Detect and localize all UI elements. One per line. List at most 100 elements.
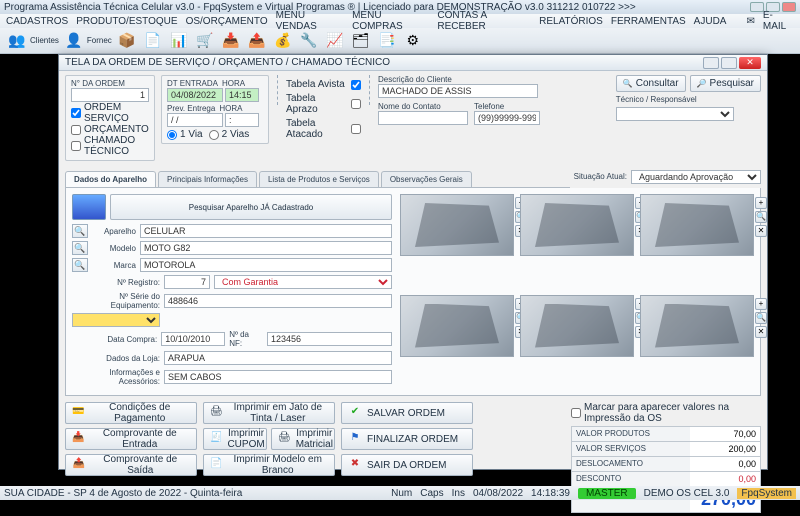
photo-zoom-button[interactable]: 🔍 — [755, 312, 767, 324]
val-servicos: 200,00 — [690, 442, 760, 456]
comp-entrada-button[interactable]: 📥Comprovante de Entrada — [65, 428, 197, 450]
menu-vendas[interactable]: MENU VENDAS — [276, 10, 344, 32]
clientes-icon[interactable]: 👥 — [6, 31, 28, 51]
loja-input[interactable] — [164, 351, 392, 365]
val-desconto: 0,00 — [690, 472, 760, 486]
workarea: TELA DA ORDEM DE SERVIÇO / ORÇAMENTO / C… — [0, 54, 800, 486]
ordem-label: N° DA ORDEM — [71, 79, 149, 88]
tab-obs[interactable]: Observações Gerais — [381, 171, 472, 187]
ordem-input[interactable] — [71, 88, 149, 102]
menu-os[interactable]: OS/ORÇAMENTO — [186, 16, 268, 27]
pesq-aparelho-button[interactable]: Pesquisar Aparelho JÁ Cadastrado — [110, 194, 392, 220]
val-desloc: 0,00 — [690, 457, 760, 471]
tool-icon[interactable]: 💰 — [272, 31, 294, 51]
photo-del-button[interactable]: ✕ — [755, 326, 767, 338]
nf-input[interactable] — [267, 332, 392, 346]
status-bar: SUA CIDADE - SP 4 de Agosto de 2022 - Qu… — [0, 486, 800, 500]
tool-icon[interactable]: 🗂 — [350, 31, 372, 51]
tipo-os-check[interactable] — [71, 108, 81, 118]
modelo-lookup[interactable]: 🔍 — [72, 241, 88, 255]
menu-produto[interactable]: PRODUTO/ESTOQUE — [76, 16, 177, 27]
tel-input[interactable] — [474, 111, 540, 125]
situacao-select[interactable]: Aguardando Aprovação — [631, 170, 761, 184]
menu-relatorios[interactable]: RELATÓRIOS — [539, 16, 603, 27]
photo-grid: +🔍✕ +🔍✕ +🔍✕ +🔍✕ +🔍✕ +🔍✕ — [400, 194, 754, 389]
consultar-button[interactable]: 🔍Consultar — [616, 75, 686, 92]
tool-icon[interactable]: 📤 — [246, 31, 268, 51]
menu-compras[interactable]: MENU COMPRAS — [352, 10, 429, 32]
menu-cadastros[interactable]: CADASTROS — [6, 16, 68, 27]
status-left: SUA CIDADE - SP 4 de Agosto de 2022 - Qu… — [4, 488, 242, 499]
via1-radio[interactable] — [167, 130, 177, 140]
modal-close-button[interactable]: ✕ — [739, 57, 761, 69]
menu-bar: CADASTROS PRODUTO/ESTOQUE OS/ORÇAMENTO M… — [0, 14, 800, 28]
tecnico-select[interactable] — [616, 107, 734, 121]
info-input[interactable] — [164, 370, 392, 384]
marca-lookup[interactable]: 🔍 — [72, 258, 88, 272]
photo-add-button[interactable]: + — [755, 298, 767, 310]
sair-button[interactable]: ✖SAIR DA ORDEM — [341, 454, 473, 476]
contato-input[interactable] — [378, 111, 468, 125]
print-cupom-button[interactable]: 🧾Imprimir CUPOM — [203, 428, 267, 450]
menu-contas[interactable]: CONTAS A RECEBER — [437, 10, 531, 32]
tool-icon[interactable]: 📑 — [376, 31, 398, 51]
device-photo: +🔍✕ — [640, 194, 754, 256]
photo-del-button[interactable]: ✕ — [755, 225, 767, 237]
tool-icon[interactable]: 🔧 — [298, 31, 320, 51]
device-photo: +🔍✕ — [520, 194, 634, 256]
dt-entrada-input[interactable] — [167, 88, 223, 102]
modelo-input[interactable] — [140, 241, 392, 255]
tool-icon[interactable]: 📈 — [324, 31, 346, 51]
status-time: 14:18:39 — [531, 488, 570, 499]
salvar-button[interactable]: ✔SALVAR ORDEM — [341, 402, 473, 424]
print-jato-button[interactable]: 🖨Imprimir em Jato de Tinta / Laser — [203, 402, 335, 424]
tool-icon[interactable]: 📊 — [168, 31, 190, 51]
avista-check[interactable] — [351, 80, 361, 90]
print-branco-button[interactable]: 📄Imprimir Modelo em Branco — [203, 454, 335, 476]
fornec-label: Fornec — [87, 36, 112, 45]
tipo-cham-check[interactable] — [71, 141, 81, 151]
tool-icon[interactable]: ⚙ — [402, 31, 424, 51]
prev-hora-input[interactable] — [225, 113, 259, 127]
pesquisar-button[interactable]: 🔎Pesquisar — [690, 75, 761, 92]
marca-input[interactable] — [140, 258, 392, 272]
via2-radio[interactable] — [209, 130, 219, 140]
aprazo-check[interactable] — [351, 99, 361, 109]
val-produtos: 70,00 — [690, 427, 760, 441]
menu-email[interactable]: E-MAIL — [763, 10, 794, 32]
cond-pag-button[interactable]: 💳Condições de Pagamento — [65, 402, 197, 424]
garantia-select[interactable]: Com Garantia — [214, 275, 392, 289]
device-photo: +🔍✕ — [400, 194, 514, 256]
hora-entrada-input[interactable] — [225, 88, 259, 102]
compra-input[interactable] — [161, 332, 225, 346]
photo-zoom-button[interactable]: 🔍 — [755, 211, 767, 223]
menu-ferramentas[interactable]: FERRAMENTAS — [611, 16, 686, 27]
tool-icon[interactable]: 📥 — [220, 31, 242, 51]
tab-dados[interactable]: Dados do Aparelho — [65, 171, 156, 187]
prev-dt-input[interactable] — [167, 113, 223, 127]
tool-icon[interactable]: 🛒 — [194, 31, 216, 51]
menu-ajuda[interactable]: AJUDA — [694, 16, 727, 27]
yellow-select[interactable] — [72, 313, 160, 327]
print-matricial-button[interactable]: 🖨Imprimir Matricial — [271, 428, 335, 450]
tool-icon[interactable]: 📦 — [116, 31, 138, 51]
finalizar-button[interactable]: ⚑FINALIZAR ORDEM — [341, 428, 473, 450]
tab-info[interactable]: Principais Informações — [158, 171, 257, 187]
modal-min-button[interactable] — [703, 57, 719, 69]
status-brand: FpqSystem — [737, 488, 796, 499]
cliente-desc-input[interactable] — [378, 84, 538, 98]
aparelho-input[interactable] — [140, 224, 392, 238]
tipo-orc-check[interactable] — [71, 125, 81, 135]
tab-lista[interactable]: Lista de Produtos e Serviços — [259, 171, 379, 187]
aparelho-lookup[interactable]: 🔍 — [72, 224, 88, 238]
fornec-icon[interactable]: 👤 — [63, 31, 85, 51]
device-photo: +🔍✕ — [640, 295, 754, 357]
serie-input[interactable] — [164, 294, 392, 308]
print-values-check[interactable] — [571, 408, 581, 418]
photo-add-button[interactable]: + — [755, 197, 767, 209]
comp-saida-button[interactable]: 📤Comprovante de Saída — [65, 454, 197, 476]
reg-input[interactable] — [164, 275, 210, 289]
modal-max-button[interactable] — [721, 57, 737, 69]
tool-icon[interactable]: 📄 — [142, 31, 164, 51]
atacado-check[interactable] — [351, 124, 361, 134]
